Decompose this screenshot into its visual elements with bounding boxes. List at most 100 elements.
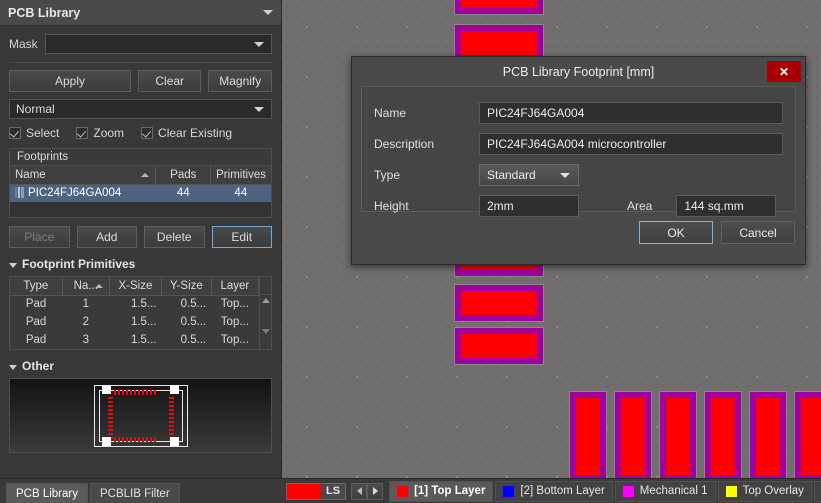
resize-handle[interactable] xyxy=(102,385,111,394)
layer-tab-top-overlay[interactable]: Top Overlay xyxy=(717,480,812,502)
delete-button[interactable]: Delete xyxy=(144,226,205,248)
mask-label: Mask xyxy=(9,37,38,51)
primitives-table[interactable]: Type Na... X-Size Y-Size Layer Pad 1 1.5… xyxy=(10,277,260,349)
pcb-pad[interactable] xyxy=(615,392,651,478)
table-row[interactable]: PIC24FJ64GA004 44 44 xyxy=(10,184,271,202)
pcb-pad[interactable] xyxy=(705,392,741,478)
footprint-primitives-section-header[interactable]: Footprint Primitives xyxy=(9,257,272,271)
clear-button[interactable]: Clear xyxy=(137,70,202,92)
ok-button[interactable]: OK xyxy=(639,221,713,244)
pcb-library-panel: PCB Library Mask Apply Clear Magnify Nor… xyxy=(0,0,282,478)
checkbox-select[interactable]: Select xyxy=(9,126,59,140)
other-section-header[interactable]: Other xyxy=(9,359,272,373)
tab-pcblib-filter[interactable]: PCBLIB Filter xyxy=(90,483,180,503)
checkbox-clear-existing[interactable]: Clear Existing xyxy=(141,126,232,140)
active-layer-swatch-box[interactable]: LS xyxy=(286,482,347,500)
col-header-name[interactable]: Name xyxy=(10,166,157,185)
close-icon[interactable]: ✕ xyxy=(767,61,801,82)
layer-tab-mechanical-1[interactable]: Mechanical 1 xyxy=(614,480,716,502)
edit-button[interactable]: Edit xyxy=(211,226,272,248)
mode-select[interactable]: Normal xyxy=(9,99,272,119)
col-header-xsize[interactable]: X-Size xyxy=(109,277,163,296)
place-button[interactable]: Place xyxy=(9,226,70,248)
pcb-pad[interactable] xyxy=(455,285,543,321)
collapse-arrow-icon[interactable] xyxy=(9,262,17,268)
checkbox-zoom[interactable]: Zoom xyxy=(76,126,124,140)
cancel-button[interactable]: Cancel xyxy=(721,221,795,244)
chevron-down-icon[interactable] xyxy=(254,107,264,112)
area-field: 144 sq.mm xyxy=(676,194,777,217)
col-header-type[interactable]: Type xyxy=(10,277,63,296)
pcb-pad[interactable] xyxy=(660,392,696,478)
pcb-pad[interactable] xyxy=(455,0,543,14)
add-button[interactable]: Add xyxy=(76,226,137,248)
scrollbar-track[interactable] xyxy=(260,306,271,326)
height-field[interactable]: 2mm xyxy=(479,194,579,217)
table-row[interactable]: Pad 3 1.5... 0.5... Top... xyxy=(10,331,259,349)
scroll-down-icon[interactable] xyxy=(261,329,270,334)
col-header-primitives[interactable]: Primitives xyxy=(210,166,271,185)
table-row[interactable]: Pad 1 1.5... 0.5... Top... xyxy=(10,295,259,313)
type-select[interactable]: Standard xyxy=(479,163,579,186)
col-header-pname[interactable]: Na... xyxy=(62,277,110,296)
col-header-pads[interactable]: Pads xyxy=(155,166,212,185)
primitives-table-wrap: Type Na... X-Size Y-Size Layer Pad 1 1.5… xyxy=(10,277,260,349)
cell-xsize: 1.5... xyxy=(130,298,157,311)
chevron-down-icon[interactable] xyxy=(560,172,570,178)
dialog-row-name: Name PIC24FJ64GA004 xyxy=(374,97,783,128)
layer-prev-button[interactable] xyxy=(351,482,368,500)
dialog-title-bar[interactable]: PCB Library Footprint [mm] ✕ xyxy=(352,57,805,86)
layer-tab-top-layer[interactable]: [1] Top Layer xyxy=(389,480,494,502)
scrollbar-corner xyxy=(260,277,271,295)
layer-color-swatch xyxy=(397,485,409,497)
chevron-down-icon[interactable] xyxy=(254,42,264,47)
pcb-pad[interactable] xyxy=(795,392,821,478)
collapse-arrow-icon[interactable] xyxy=(9,364,17,370)
tab-pcb-library[interactable]: PCB Library xyxy=(6,483,88,503)
dialog-title: PCB Library Footprint [mm] xyxy=(502,64,655,79)
checkbox-box[interactable] xyxy=(9,127,21,139)
dialog-row-type: Type Standard xyxy=(374,159,783,190)
ls-label: LS xyxy=(326,485,341,497)
scroll-up-icon[interactable] xyxy=(261,298,270,303)
layer-next-button[interactable] xyxy=(367,482,384,500)
pcb-pad[interactable] xyxy=(455,328,543,364)
name-field[interactable]: PIC24FJ64GA004 xyxy=(479,101,783,124)
chevron-right-icon xyxy=(372,487,378,495)
col-header-layer[interactable]: Layer xyxy=(211,277,260,296)
resize-handle[interactable] xyxy=(170,385,179,394)
layer-color-swatch xyxy=(622,485,634,497)
apply-button[interactable]: Apply xyxy=(9,70,131,92)
type-label: Type xyxy=(374,167,401,182)
cell-type: Pad xyxy=(25,334,47,346)
height-label: Height xyxy=(374,198,409,213)
description-field[interactable]: PIC24FJ64GA004 microcontroller xyxy=(479,132,783,155)
pcb-pad[interactable] xyxy=(570,392,606,478)
other-title: Other xyxy=(22,359,55,373)
description-label: Description xyxy=(374,136,435,151)
checkbox-box[interactable] xyxy=(76,127,89,139)
checkbox-box[interactable] xyxy=(141,127,154,139)
footprints-table[interactable]: Name Pads Primitives PIC24FJ64GA004 44 4… xyxy=(10,166,271,217)
primitives-scrollbar[interactable] xyxy=(259,277,271,349)
table-row[interactable]: Pad 2 1.5... 0.5... Top... xyxy=(10,313,259,331)
layer-nav-buttons xyxy=(351,482,384,500)
resize-handle[interactable] xyxy=(102,437,111,446)
layer-color-swatch xyxy=(503,485,515,497)
chevron-down-icon[interactable] xyxy=(263,10,273,15)
layer-tab-bottom-layer[interactable]: [2] Bottom Layer xyxy=(495,480,613,502)
magnify-button[interactable]: Magnify xyxy=(208,70,272,92)
col-header-ysize[interactable]: Y-Size xyxy=(161,277,212,296)
preview-pins-left xyxy=(107,396,113,441)
area-value: 144 sq.mm xyxy=(684,198,744,213)
dialog-fields: Name PIC24FJ64GA004 Description PIC24FJ6… xyxy=(361,86,796,217)
preview-pins-bottom xyxy=(113,436,158,442)
layer-tab-bottom-overlay[interactable]: Botto xyxy=(813,480,821,502)
type-value: Standard xyxy=(487,167,536,182)
pcb-pad[interactable] xyxy=(750,392,786,478)
resize-handle[interactable] xyxy=(170,437,179,446)
footprint-preview[interactable] xyxy=(9,378,272,453)
cell-type: Pad xyxy=(25,298,47,311)
panel-header[interactable]: PCB Library xyxy=(0,0,281,26)
mask-combo[interactable] xyxy=(45,34,272,54)
